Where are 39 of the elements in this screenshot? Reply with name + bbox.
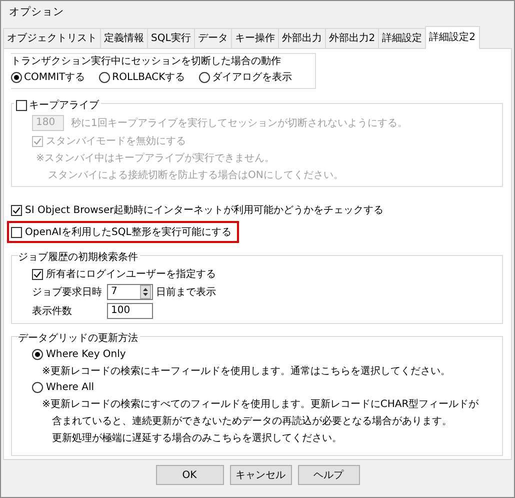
note-text: ※更新レコードの検索にすべてのフィールドを使用します。更新レコードにCHAR型フィールドが	[42, 398, 480, 411]
number-spinner[interactable]: 7	[107, 284, 153, 300]
count-field[interactable]: 100	[107, 303, 153, 319]
note-text: スタンバイによる接続切断を防止する場合はONにしてください。	[48, 168, 344, 182]
dialog-button[interactable]: ヘルプ	[298, 465, 360, 485]
radio-label: ROLLBACKする	[112, 71, 186, 84]
checkbox[interactable]	[11, 226, 22, 238]
checkbox-label: キープアライブ	[29, 98, 99, 112]
radio-label: ダイアログを表示	[212, 70, 292, 84]
radio-button[interactable]	[32, 349, 43, 360]
radio-button[interactable]	[199, 72, 210, 82]
radio-button[interactable]	[32, 382, 43, 393]
group-title: データグリッドの更新方法	[18, 331, 140, 345]
tab[interactable]: オブジェクトリスト	[3, 28, 101, 48]
field-label: 表示件数	[32, 304, 73, 318]
checkbox-label: スタンバイモードを無効にする	[46, 134, 186, 148]
checkbox[interactable]	[11, 204, 22, 216]
radio-button[interactable]	[11, 72, 22, 82]
dialog-button[interactable]: キャンセル	[230, 465, 292, 485]
note-text: ※スタンバイ中はキープアライブが実行できません。	[36, 152, 276, 165]
radio-label: Where All	[46, 382, 94, 393]
checkbox[interactable]	[32, 268, 43, 280]
note-text: 含まれていると、連続更新ができないためデータの再読込が必要となる場合があります。	[52, 414, 453, 428]
field-label: ジョブ要求日時	[32, 286, 103, 299]
tab[interactable]: 詳細設定2	[425, 26, 480, 49]
interval-text: 秒に1回キープアライブを実行してセッションが切断されないようにする。	[71, 116, 408, 130]
note-text: 更新処理が極端に遅延する場合のみこちらを選択してください。	[52, 432, 343, 445]
window-title: オプション	[8, 5, 65, 20]
spin-arrows-icon[interactable]	[140, 285, 151, 299]
checkbox-label: 所有者にログインユーザーを指定する	[46, 268, 216, 281]
field-suffix: 日前まで表示	[156, 286, 216, 299]
radio-button[interactable]	[99, 72, 110, 82]
checkbox-label: SI Object Browser起動時にインターネットが利用可能かどうかをチェックする	[25, 204, 384, 217]
checkbox-label: OpenAIを利用したSQL整形を実行可能にする	[25, 226, 232, 239]
note-text: ※更新レコードの検索にキーフィールドを使用します。通常はこちらを選択してください。	[42, 364, 452, 378]
dialog-button[interactable]: OK	[156, 465, 224, 485]
radio-label: Where Key Only	[46, 349, 126, 360]
group-title: ジョブ履歴の初期検索条件	[18, 250, 140, 264]
radio-label: COMMITする	[24, 71, 86, 84]
